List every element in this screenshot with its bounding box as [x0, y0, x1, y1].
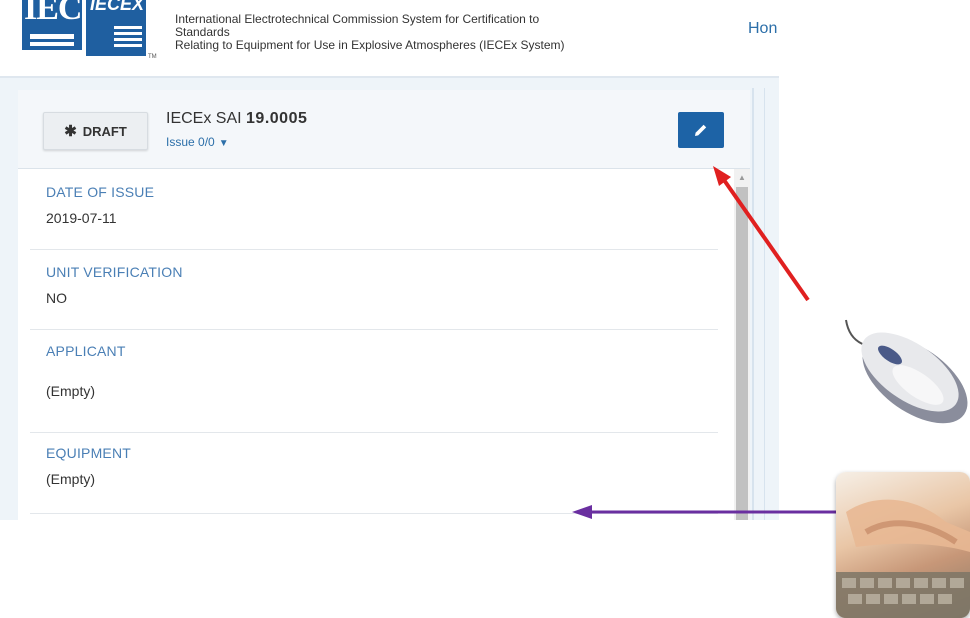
side-panel-border-2 [764, 88, 765, 520]
site-header: IEC IECEX TM International Electrotechni… [0, 0, 779, 76]
header-title: International Electrotechnical Commissio… [175, 13, 615, 52]
iecex-logo-text: IECEX [90, 0, 145, 14]
iec-logo-text: IEC [24, 0, 82, 27]
scroll-up-arrow-icon[interactable]: ▲ [734, 169, 750, 185]
field-value: NO [46, 290, 67, 306]
field-unit-verification: UNIT VERIFICATION NO [30, 250, 718, 330]
card-header: ✱ DRAFT IECEx SAI 19.0005 Issue 0/0 ▼ [18, 90, 750, 169]
issue-label: Issue 0/0 [166, 135, 215, 149]
side-panel-border [752, 88, 754, 520]
iec-logo[interactable]: IEC [22, 0, 82, 50]
vertical-scrollbar[interactable]: ▲ [734, 169, 750, 520]
field-applicant: APPLICANT (Empty) [30, 330, 718, 433]
certificate-number: 19.0005 [246, 110, 308, 127]
scrollbar-thumb[interactable] [736, 187, 748, 520]
field-value: (Empty) [46, 383, 95, 399]
typing-hands-image [836, 472, 970, 618]
issue-dropdown[interactable]: Issue 0/0 ▼ [166, 135, 229, 149]
field-date-of-issue: DATE OF ISSUE 2019-07-11 [30, 169, 718, 250]
iecex-logo[interactable]: IECEX [86, 0, 146, 56]
caret-down-icon: ▼ [218, 138, 229, 149]
trademark-mark: TM [148, 54, 157, 60]
field-equipment: EQUIPMENT (Empty) [30, 433, 718, 514]
header-title-line-1: International Electrotechnical Commissio… [175, 12, 540, 26]
header-title-line-3: Relating to Equipment for Use in Explosi… [175, 38, 565, 52]
gear-icon: ✱ [64, 122, 77, 140]
field-label: DATE OF ISSUE [46, 184, 155, 200]
home-nav-link[interactable]: Hon [748, 20, 779, 38]
field-label: EQUIPMENT [46, 445, 132, 461]
draft-status-button[interactable]: ✱ DRAFT [43, 112, 148, 150]
field-label: APPLICANT [46, 343, 126, 359]
pencil-icon [695, 124, 707, 136]
field-label: UNIT VERIFICATION [46, 264, 183, 280]
field-value: (Empty) [46, 471, 95, 487]
draft-label: DRAFT [82, 123, 127, 139]
field-value: 2019-07-11 [46, 210, 117, 226]
certificate-title: IECEx SAI 19.0005 [166, 110, 307, 128]
certificate-prefix: IECEx SAI [166, 110, 242, 127]
certificate-card: ✱ DRAFT IECEx SAI 19.0005 Issue 0/0 ▼ DAT… [18, 90, 750, 520]
mouse-icon [845, 319, 968, 424]
edit-button[interactable] [678, 112, 724, 148]
